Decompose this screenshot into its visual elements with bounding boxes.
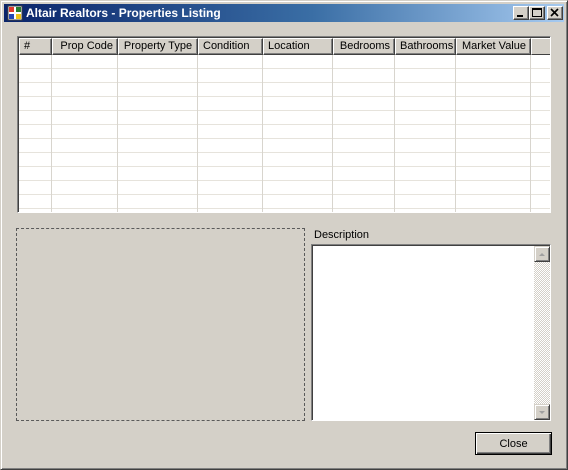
close-button[interactable]: Close [475, 432, 552, 455]
column-header-market-value[interactable]: Market Value [456, 38, 531, 55]
scroll-up-button[interactable] [534, 246, 550, 262]
close-window-button[interactable] [547, 6, 563, 20]
properties-listing-window: Altair Realtors - Properties Listing # P… [0, 0, 568, 470]
column-header-bedrooms[interactable]: Bedrooms [333, 38, 395, 55]
scroll-down-arrow-icon [539, 411, 545, 414]
app-window-icon[interactable] [7, 5, 23, 21]
grid-column-line [332, 55, 333, 212]
scroll-up-arrow-icon [539, 253, 545, 256]
description-label: Description [314, 229, 370, 241]
list-body[interactable] [19, 55, 550, 212]
column-header-bathrooms[interactable]: Bathrooms [395, 38, 456, 55]
grid-column-line [262, 55, 263, 212]
close-icon [550, 8, 559, 17]
column-header-property-type[interactable]: Property Type [118, 38, 198, 55]
description-scrollbar[interactable] [534, 246, 550, 420]
grid-column-line [117, 55, 118, 212]
description-textbox[interactable] [311, 244, 551, 421]
properties-list-view[interactable]: # Prop Code Property Type Condition Loca… [17, 36, 551, 213]
property-picture-box [16, 228, 305, 421]
grid-column-line [394, 55, 395, 212]
grid-column-line [455, 55, 456, 212]
maximize-icon [532, 8, 542, 17]
column-header-prop-code[interactable]: Prop Code [52, 38, 118, 55]
scroll-down-button[interactable] [534, 404, 550, 420]
minimize-button[interactable] [513, 6, 529, 20]
window-title: Altair Realtors - Properties Listing [26, 6, 221, 20]
column-header-filler [531, 38, 550, 55]
column-header-location[interactable]: Location [263, 38, 333, 55]
list-header: # Prop Code Property Type Condition Loca… [19, 38, 550, 55]
title-bar[interactable]: Altair Realtors - Properties Listing [4, 4, 564, 22]
grid-column-line [51, 55, 52, 212]
grid-column-line [530, 55, 531, 212]
minimize-icon [517, 15, 523, 17]
column-header-condition[interactable]: Condition [198, 38, 263, 55]
column-header-number[interactable]: # [19, 38, 52, 55]
description-text[interactable] [315, 248, 531, 418]
maximize-button[interactable] [529, 6, 545, 20]
grid-column-line [197, 55, 198, 212]
